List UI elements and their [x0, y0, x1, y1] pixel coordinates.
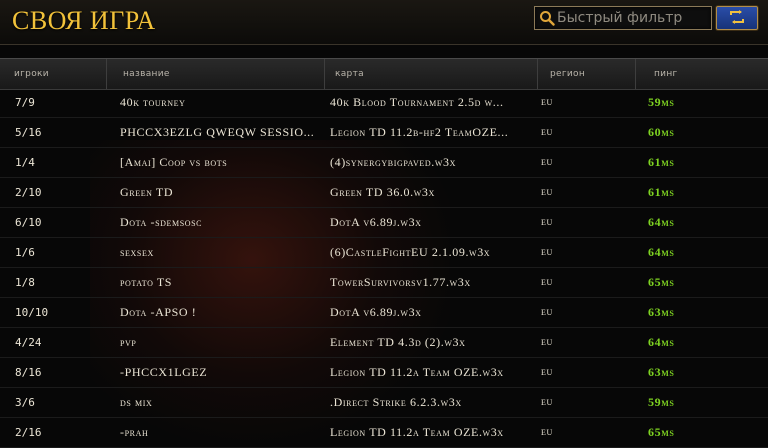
- table-row[interactable]: 10/10 Dota -APSO ! DotA v6.89j.w3x eu 63…: [0, 298, 768, 328]
- cell-ping: 63ms: [648, 365, 675, 379]
- cell-players: 1/4: [15, 156, 35, 169]
- cell-name: Dota -sdemsosc: [120, 215, 203, 229]
- cell-map: DotA v6.89j.w3x: [330, 215, 422, 229]
- table-row[interactable]: 6/10 Dota -sdemsosc DotA v6.89j.w3x eu 6…: [0, 208, 768, 238]
- table-row[interactable]: 8/16 -PHCCX1LGEZ Legion TD 11.2a Team OZ…: [0, 358, 768, 388]
- cell-region: eu: [541, 246, 553, 258]
- cell-name: Dota -APSO !: [120, 305, 197, 319]
- cell-map: Legion TD 11.2b-hf2 TeamOZE...: [330, 125, 509, 139]
- cell-ping: 64ms: [648, 335, 675, 349]
- cell-name: PHCCX3EZLG QWEQW SESSIO...: [120, 125, 315, 139]
- refresh-icon: [730, 10, 744, 24]
- cell-name: ds mix: [120, 395, 153, 409]
- table-row[interactable]: 3/6 ds mix .Direct Strike 6.2.3.w3x eu 5…: [0, 388, 768, 418]
- cell-map: Element TD 4.3d (2).w3x: [330, 335, 466, 349]
- cell-ping: 60ms: [648, 125, 675, 139]
- cell-map: TowerSurvivorsv1.77.w3x: [330, 275, 471, 289]
- column-header-ping[interactable]: пинг: [636, 59, 768, 89]
- column-header-players[interactable]: игроки: [0, 59, 107, 89]
- table-row[interactable]: 4/24 pvp Element TD 4.3d (2).w3x eu 64ms: [0, 328, 768, 358]
- cell-players: 8/16: [15, 366, 42, 379]
- cell-name: Green TD: [120, 185, 174, 199]
- cell-ping: 59ms: [648, 395, 675, 409]
- cell-ping: 59ms: [648, 95, 675, 109]
- cell-region: eu: [541, 186, 553, 198]
- cell-map: Green TD 36.0.w3x: [330, 185, 435, 199]
- cell-ping: 64ms: [648, 245, 675, 259]
- cell-players: 7/9: [15, 96, 35, 109]
- cell-region: eu: [541, 126, 553, 138]
- page-title: СВОЯ ИГРА: [12, 6, 156, 35]
- cell-region: eu: [541, 276, 553, 288]
- cell-ping: 63ms: [648, 305, 675, 319]
- cell-map: (6)CastleFightEU 2.1.09.w3x: [330, 245, 491, 259]
- table-row[interactable]: 2/16 -prah Legion TD 11.2a Team OZE.w3x …: [0, 418, 768, 448]
- cell-name: 40k tourney: [120, 95, 186, 109]
- cell-name: [Amai] Coop vs bots: [120, 155, 228, 169]
- cell-players: 1/6: [15, 246, 35, 259]
- cell-region: eu: [541, 366, 553, 378]
- cell-map: Legion TD 11.2a Team OZE.w3x: [330, 365, 504, 379]
- cell-region: eu: [541, 216, 553, 228]
- cell-region: eu: [541, 306, 553, 318]
- table-row[interactable]: 7/9 40k tourney 40k Blood Tournament 2.5…: [0, 88, 768, 118]
- games-list: 7/9 40k tourney 40k Blood Tournament 2.5…: [0, 88, 768, 448]
- cell-ping: 64ms: [648, 215, 675, 229]
- cell-name: sexsex: [120, 245, 154, 259]
- cell-name: potato TS: [120, 275, 173, 289]
- cell-region: eu: [541, 336, 553, 348]
- cell-ping: 61ms: [648, 185, 675, 199]
- cell-ping: 65ms: [648, 275, 675, 289]
- cell-map: DotA v6.89j.w3x: [330, 305, 422, 319]
- cell-players: 3/6: [15, 396, 35, 409]
- cell-players: 2/10: [15, 186, 42, 199]
- column-header-map[interactable]: карта: [325, 59, 538, 89]
- cell-players: 1/8: [15, 276, 35, 289]
- table-header: игроки название карта регион пинг: [0, 58, 768, 90]
- table-row[interactable]: 5/16 PHCCX3EZLG QWEQW SESSIO... Legion T…: [0, 118, 768, 148]
- quick-filter-input[interactable]: Быстрый фильтр: [534, 6, 712, 30]
- cell-map: (4)synergybigpaved.w3x: [330, 155, 456, 169]
- cell-players: 10/10: [15, 306, 49, 319]
- cell-name: -PHCCX1LGEZ: [120, 365, 208, 379]
- refresh-button[interactable]: [716, 6, 758, 30]
- cell-players: 5/16: [15, 126, 42, 139]
- cell-region: eu: [541, 156, 553, 168]
- cell-region: eu: [541, 396, 553, 408]
- table-row[interactable]: 1/4 [Amai] Coop vs bots (4)synergybigpav…: [0, 148, 768, 178]
- title-bar: СВОЯ ИГРА Быстрый фильтр: [0, 0, 768, 45]
- cell-map: 40k Blood Tournament 2.5d w...: [330, 95, 504, 109]
- cell-map: .Direct Strike 6.2.3.w3x: [330, 395, 462, 409]
- cell-players: 6/10: [15, 216, 42, 229]
- cell-players: 4/24: [15, 336, 42, 349]
- cell-ping: 61ms: [648, 155, 675, 169]
- table-row[interactable]: 1/6 sexsex (6)CastleFightEU 2.1.09.w3x e…: [0, 238, 768, 268]
- cell-region: eu: [541, 96, 553, 108]
- table-row[interactable]: 2/10 Green TD Green TD 36.0.w3x eu 61ms: [0, 178, 768, 208]
- column-header-name[interactable]: название: [107, 59, 325, 89]
- search-icon: [539, 10, 555, 31]
- table-row[interactable]: 1/8 potato TS TowerSurvivorsv1.77.w3x eu…: [0, 268, 768, 298]
- quick-filter-placeholder: Быстрый фильтр: [557, 10, 683, 26]
- column-header-region[interactable]: регион: [538, 59, 636, 89]
- cell-name: pvp: [120, 335, 137, 349]
